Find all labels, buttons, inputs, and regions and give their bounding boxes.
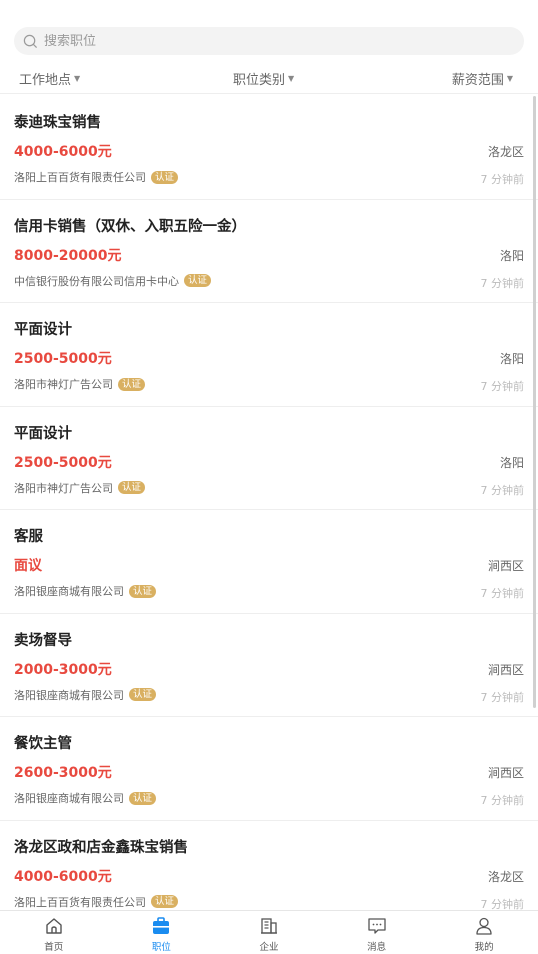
verified-badge: 认证 bbox=[129, 688, 157, 701]
verified-badge: 认证 bbox=[129, 584, 157, 598]
filter-bar: 工作地点 ▼ 职位类别 ▼ 薪资范围 ▼ bbox=[0, 64, 538, 94]
verified-badge: 认证 bbox=[118, 377, 146, 391]
job-item[interactable]: 餐饮主管 2600-3000元 涧西区 洛阳银座商城有限公司 认证 7 分钟前 bbox=[0, 717, 538, 821]
job-time: 7 分钟前 bbox=[480, 587, 525, 600]
job-title: 客服 bbox=[14, 529, 43, 545]
job-salary: 8000-20000元 bbox=[14, 247, 122, 264]
verified-badge: 认证 bbox=[118, 481, 146, 494]
tab-label: 职位 bbox=[151, 942, 171, 953]
job-title: 平面设计 bbox=[14, 425, 72, 442]
job-item[interactable]: 平面设计 2500-5000元 洛阳 洛阳市神灯广告公司 认证 7 分钟前 bbox=[0, 407, 538, 510]
job-time: 7 分钟前 bbox=[480, 483, 525, 497]
filter-location[interactable]: 工作地点 ▼ bbox=[19, 69, 80, 88]
home-icon bbox=[46, 918, 62, 934]
job-salary: 2500-5000元 bbox=[14, 454, 112, 471]
job-title: 卖场督导 bbox=[14, 632, 72, 649]
job-title: 信用卡销售（双休、入职五险一金） bbox=[14, 218, 246, 235]
company-name: 洛阳市神灯广告公司 bbox=[14, 378, 113, 391]
tab-label: 企业 bbox=[259, 942, 279, 953]
job-company: 洛阳市神灯广告公司 认证 bbox=[14, 376, 146, 392]
job-location: 洛阳 bbox=[499, 352, 524, 366]
job-company: 中信银行股份有限公司信用卡中心 认证 bbox=[14, 273, 212, 289]
job-salary: 2600-3000元 bbox=[14, 765, 112, 781]
user-icon bbox=[476, 917, 492, 935]
job-company: 洛阳银座商城有限公司 认证 bbox=[14, 790, 157, 806]
job-location: 洛阳 bbox=[499, 248, 524, 263]
company-name: 洛阳上百百货有限责任公司 bbox=[14, 171, 146, 184]
company-name: 洛阳上百百货有限责任公司 bbox=[14, 895, 146, 909]
tab-jobs[interactable]: 职位 bbox=[108, 911, 216, 954]
filter-label: 薪资范围 bbox=[451, 73, 504, 88]
bottom-tab-bar: 首页 职位 企业 消息 我的 bbox=[0, 910, 538, 954]
tab-label: 我的 bbox=[474, 942, 494, 953]
job-location: 洛龙区 bbox=[487, 145, 524, 159]
verified-badge: 认证 bbox=[129, 791, 157, 805]
job-item[interactable]: 卖场督导 2000-3000元 涧西区 洛阳银座商城有限公司 认证 7 分钟前 bbox=[0, 614, 538, 717]
job-item[interactable]: 平面设计 2500-5000元 洛阳 洛阳市神灯广告公司 认证 7 分钟前 bbox=[0, 303, 538, 407]
job-title: 餐饮主管 bbox=[14, 736, 72, 752]
job-salary: 4000-6000元 bbox=[14, 144, 112, 160]
tab-home[interactable]: 首页 bbox=[0, 911, 108, 954]
verified-badge: 认证 bbox=[151, 170, 179, 184]
company-name: 中信银行股份有限公司信用卡中心 bbox=[14, 274, 179, 288]
job-location: 涧西区 bbox=[487, 662, 524, 677]
job-item[interactable]: 客服 面议 涧西区 洛阳银座商城有限公司 认证 7 分钟前 bbox=[0, 510, 538, 614]
job-item[interactable]: 洛龙区政和店金鑫珠宝销售 4000-6000元 洛龙区 洛阳上百百货有限责任公司… bbox=[0, 821, 538, 911]
job-time: 7 分钟前 bbox=[480, 897, 525, 911]
company-name: 洛阳银座商城有限公司 bbox=[14, 792, 124, 805]
job-company: 洛阳市神灯广告公司 认证 bbox=[14, 480, 146, 496]
job-location: 涧西区 bbox=[487, 559, 524, 573]
verified-badge: 认证 bbox=[184, 274, 212, 287]
job-company: 洛阳上百百货有限责任公司 认证 bbox=[14, 894, 179, 910]
job-salary: 4000-6000元 bbox=[14, 868, 112, 885]
job-time: 7 分钟前 bbox=[480, 173, 525, 186]
tab-profile[interactable]: 我的 bbox=[430, 911, 538, 954]
job-title: 平面设计 bbox=[14, 322, 72, 338]
search-icon bbox=[23, 34, 38, 49]
briefcase-icon bbox=[153, 917, 170, 934]
job-location: 洛阳 bbox=[499, 455, 524, 470]
caret-down-icon: ▼ bbox=[74, 74, 81, 83]
caret-down-icon: ▼ bbox=[288, 74, 295, 83]
job-location: 涧西区 bbox=[487, 766, 524, 780]
filter-category[interactable]: 职位类别 ▼ bbox=[233, 69, 294, 88]
scrollbar[interactable] bbox=[533, 96, 536, 708]
job-time: 7 分钟前 bbox=[480, 380, 525, 393]
company-name: 洛阳市神灯广告公司 bbox=[14, 481, 113, 495]
job-item[interactable]: 信用卡销售（双休、入职五险一金） 8000-20000元 洛阳 中信银行股份有限… bbox=[0, 200, 538, 303]
search-bar[interactable] bbox=[14, 27, 524, 55]
job-location: 洛龙区 bbox=[487, 869, 524, 884]
job-title: 泰迪珠宝销售 bbox=[14, 115, 101, 131]
company-name: 洛阳银座商城有限公司 bbox=[14, 688, 124, 702]
filter-salary[interactable]: 薪资范围 ▼ bbox=[452, 69, 513, 88]
filter-label: 工作地点 bbox=[19, 73, 72, 88]
message-icon bbox=[367, 918, 386, 934]
job-salary: 2000-3000元 bbox=[14, 661, 112, 678]
caret-down-icon: ▼ bbox=[506, 74, 513, 83]
job-list[interactable]: 泰迪珠宝销售 4000-6000元 洛龙区 洛阳上百百货有限责任公司 认证 7 分… bbox=[0, 96, 538, 910]
job-company: 洛阳银座商城有限公司 认证 bbox=[14, 583, 157, 599]
company-name: 洛阳银座商城有限公司 bbox=[14, 585, 124, 598]
tab-label: 首页 bbox=[44, 942, 64, 953]
tab-label: 消息 bbox=[367, 942, 387, 953]
job-company: 洛阳上百百货有限责任公司 认证 bbox=[14, 169, 179, 185]
verified-badge: 认证 bbox=[151, 895, 179, 908]
building-icon bbox=[260, 918, 277, 934]
job-time: 7 分钟前 bbox=[480, 690, 525, 704]
filter-label: 职位类别 bbox=[233, 73, 286, 88]
job-salary: 面议 bbox=[14, 558, 42, 574]
tab-companies[interactable]: 企业 bbox=[215, 911, 323, 954]
job-salary: 2500-5000元 bbox=[14, 351, 112, 367]
job-company: 洛阳银座商城有限公司 认证 bbox=[14, 687, 157, 703]
tab-messages[interactable]: 消息 bbox=[323, 911, 431, 954]
job-time: 7 分钟前 bbox=[480, 794, 525, 807]
job-title: 洛龙区政和店金鑫珠宝销售 bbox=[14, 839, 188, 856]
job-item[interactable]: 泰迪珠宝销售 4000-6000元 洛龙区 洛阳上百百货有限责任公司 认证 7 分… bbox=[0, 96, 538, 200]
job-time: 7 分钟前 bbox=[480, 276, 525, 290]
search-input[interactable] bbox=[44, 33, 484, 49]
